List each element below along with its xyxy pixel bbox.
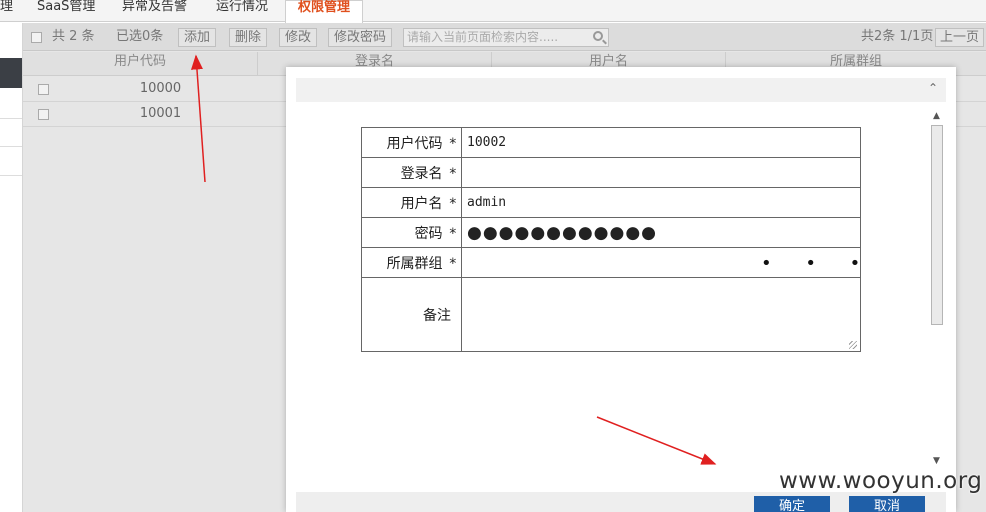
select-all-checkbox[interactable] xyxy=(31,32,42,43)
dialog-header: ⌃ xyxy=(296,78,946,102)
top-nav: 理 SaaS管理 异常及告警 运行情况 权限管理 xyxy=(0,0,986,23)
pager-info: 共2条 1/1页 xyxy=(861,29,934,44)
sidebar-active-item[interactable] xyxy=(0,58,22,88)
tab-permissions[interactable]: 权限管理 xyxy=(285,0,364,23)
search-placeholder: 请输入当前页面检索内容..... xyxy=(407,30,559,44)
list-toolbar: 共 2 条 已选0条 添加 删除 修改 修改密码 请输入当前页面检索内容....… xyxy=(23,23,986,51)
tab-saas[interactable]: SaaS管理 xyxy=(37,0,95,22)
change-password-button[interactable]: 修改密码 xyxy=(328,28,393,47)
field-label-remark: 备注 xyxy=(361,277,462,352)
resize-grip-icon[interactable] xyxy=(849,341,857,349)
field-label-login-name: 登录名 * xyxy=(361,157,462,188)
search-input[interactable]: 请输入当前页面检索内容..... xyxy=(403,28,609,47)
field-label-user-code: 用户代码 * xyxy=(361,127,462,158)
remark-textarea[interactable] xyxy=(461,277,861,352)
add-user-dialog: ⌃ 用户代码 * 10002 登录名 * 用户名 * admin 密码 * ●●●●●●… xyxy=(286,67,956,512)
user-code-input[interactable]: 10002 xyxy=(461,127,861,158)
scroll-up-icon[interactable]: ▲ xyxy=(933,111,940,121)
sidebar-divider xyxy=(0,118,22,119)
tab-alerts[interactable]: 异常及告警 xyxy=(122,0,187,22)
collapse-icon[interactable]: ⌃ xyxy=(928,81,938,95)
tab-running[interactable]: 运行情况 xyxy=(216,0,268,22)
login-name-input[interactable] xyxy=(461,157,861,188)
row-checkbox[interactable] xyxy=(38,109,49,120)
scroll-thumb[interactable] xyxy=(931,125,943,325)
watermark: www.wooyun.org xyxy=(779,468,983,494)
confirm-button[interactable]: 确定 xyxy=(754,496,830,512)
sidebar-divider xyxy=(0,146,22,147)
scroll-down-icon[interactable]: ▼ xyxy=(933,456,940,466)
search-icon[interactable] xyxy=(593,31,603,41)
total-count: 共 2 条 xyxy=(52,29,95,44)
edit-button[interactable]: 修改 xyxy=(279,28,318,47)
row-checkbox[interactable] xyxy=(38,84,49,95)
group-picker-ellipsis[interactable]: • • • xyxy=(761,253,874,274)
tab-partial[interactable]: 理 xyxy=(0,0,13,22)
user-form: 用户代码 * 10002 登录名 * 用户名 * admin 密码 * ●●●●●●●●… xyxy=(361,127,861,352)
dialog-scrollbar[interactable]: ▲ ▼ xyxy=(929,110,945,467)
selected-count: 已选0条 xyxy=(116,29,164,44)
column-header[interactable]: 用户代码 xyxy=(23,52,258,76)
user-code-cell: 10000 xyxy=(139,81,182,96)
field-label-group: 所属群组 * xyxy=(361,247,462,278)
sidebar xyxy=(0,23,23,512)
add-button[interactable]: 添加 xyxy=(178,28,217,47)
cancel-button[interactable]: 取消 xyxy=(849,496,925,512)
sidebar-divider xyxy=(0,175,22,176)
field-label-user-name: 用户名 * xyxy=(361,187,462,218)
user-code-cell: 10001 xyxy=(139,106,182,121)
user-name-input[interactable]: admin xyxy=(461,187,861,218)
field-label-password: 密码 * xyxy=(361,217,462,248)
delete-button[interactable]: 删除 xyxy=(229,28,268,47)
prev-page-button[interactable]: 上一页 xyxy=(935,28,985,47)
password-input[interactable]: ●●●●●●●●●●●● xyxy=(461,217,861,248)
